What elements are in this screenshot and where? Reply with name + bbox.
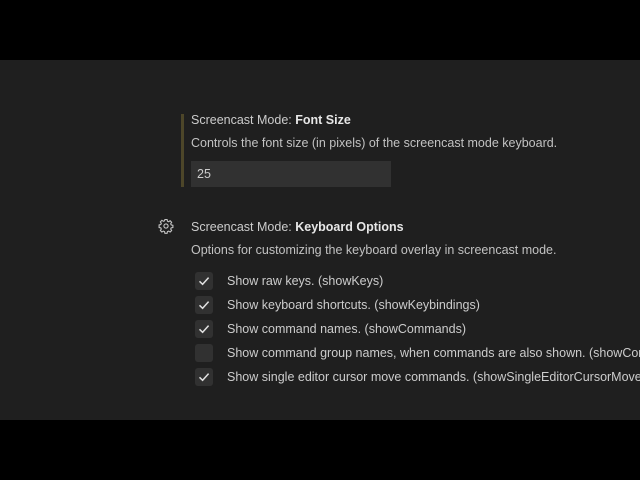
option-label: Show command names. (showCommands) (227, 322, 466, 336)
setting-focus-indicator (181, 114, 184, 187)
font-size-description: Controls the font size (in pixels) of th… (191, 136, 558, 150)
font-size-setting-title: Screencast Mode: Font Size (191, 113, 351, 127)
keyboard-options-name: Keyboard Options (295, 220, 404, 234)
check-icon (198, 373, 210, 382)
font-size-setting-description-wrap: Controls the font size (in pixels) of th… (191, 136, 557, 150)
font-size-name: Font Size (295, 113, 351, 127)
option-label: Show command group names, when commands … (227, 346, 640, 360)
gear-icon[interactable] (158, 218, 174, 234)
settings-panel: Screencast Mode: Font Size Controls the … (0, 60, 640, 420)
font-size-category: Screencast Mode: (191, 113, 296, 127)
keyboard-options-category: Screencast Mode: (191, 220, 296, 234)
check-icon (198, 325, 210, 334)
option-label: Show keyboard shortcuts. (showKeybinding… (227, 298, 480, 312)
checkbox[interactable] (195, 344, 213, 362)
checkbox[interactable] (195, 296, 213, 314)
keyboard-options-description: Options for customizing the keyboard ove… (191, 243, 557, 257)
checkbox[interactable] (195, 272, 213, 290)
check-icon (198, 301, 210, 310)
option-label: Show single editor cursor move commands.… (227, 370, 640, 384)
checkbox[interactable] (195, 368, 213, 386)
keyboard-options-description-wrap: Options for customizing the keyboard ove… (191, 243, 556, 257)
font-size-input[interactable] (191, 161, 391, 187)
keyboard-options-setting-title: Screencast Mode: Keyboard Options (191, 220, 404, 234)
check-icon (198, 277, 210, 286)
checkbox[interactable] (195, 320, 213, 338)
option-label: Show raw keys. (showKeys) (227, 274, 384, 288)
